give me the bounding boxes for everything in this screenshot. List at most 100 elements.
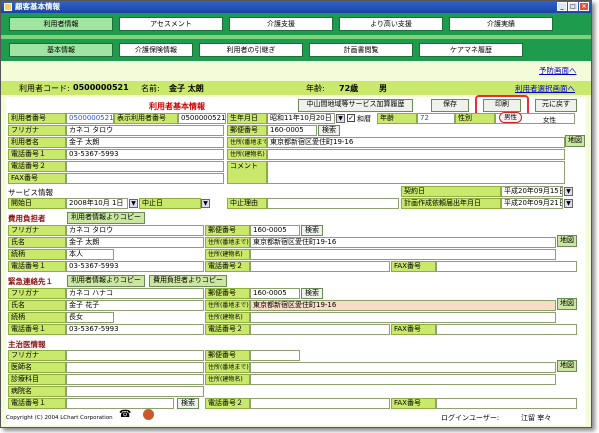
emergency-name-field[interactable]: 金子 花子 — [66, 300, 204, 311]
era-checkbox[interactable]: ✓ — [347, 114, 355, 122]
payer-addr2-field[interactable] — [250, 249, 556, 260]
minimize-button[interactable]: _ — [557, 2, 567, 11]
tab-insurance-info[interactable]: 介護保険情報 — [119, 43, 193, 57]
start-field[interactable]: 2008年10月 1日 — [66, 198, 128, 209]
doctor-zip-field[interactable] — [250, 350, 300, 361]
emergency-tel2-field[interactable] — [250, 324, 390, 335]
emergency-addr1-field[interactable]: 東京都新宿区愛住町19-16 — [250, 300, 556, 311]
yobou-link[interactable]: 予防画面へ — [539, 65, 577, 76]
payer-rel-field[interactable]: 本人 — [66, 249, 114, 260]
login-user-name: 江留 宰々 — [521, 414, 552, 422]
zip-search-button[interactable]: 検索 — [318, 125, 340, 136]
doctor-tel1-field[interactable] — [66, 398, 174, 409]
doctor-hospital-field[interactable] — [66, 386, 204, 397]
service-section-title: サービス情報 — [8, 188, 53, 197]
birth-dropdown-icon[interactable]: ▼ — [336, 114, 345, 123]
zip-field[interactable]: 160-0005 — [267, 125, 317, 136]
service-history-button[interactable]: 中山間地域等サービス加算履歴 — [298, 99, 413, 112]
nav-care-record[interactable]: 介護実績 — [449, 17, 553, 31]
plan-date-dropdown-icon[interactable]: ▼ — [564, 199, 573, 208]
emergency-rel-field[interactable]: 長女 — [66, 312, 114, 323]
emergency-copy-user-button[interactable]: 利用者情報よりコピー — [67, 275, 145, 287]
tab-caremanager-history[interactable]: ケアマネ履歴 — [419, 43, 523, 57]
payer-search-button[interactable]: 検索 — [301, 225, 323, 236]
emergency-fax-field[interactable] — [436, 324, 577, 335]
fax-field[interactable] — [66, 173, 224, 184]
payer-fax-field[interactable] — [436, 261, 577, 272]
user-name-field[interactable]: 金子 太朗 — [66, 137, 224, 148]
addr2-field[interactable] — [267, 149, 565, 160]
user-no-field[interactable]: 0500000521 — [66, 113, 114, 124]
doctor-tel2-field[interactable] — [250, 398, 390, 409]
label-contract: 契約日 — [401, 186, 501, 197]
emergency-copy-payer-button[interactable]: 費用負担者よりコピー — [149, 275, 227, 287]
nav-assessment[interactable]: アセスメント — [119, 17, 223, 31]
label-start: 開始日 — [8, 198, 66, 209]
birth-field[interactable]: 昭和11年10月20日 — [267, 113, 335, 124]
tel2-field[interactable] — [66, 161, 224, 172]
maximize-button[interactable]: □ — [568, 2, 578, 11]
doctor-dept-field[interactable] — [66, 374, 204, 385]
stop-dropdown-icon[interactable]: ▼ — [201, 199, 210, 208]
tab-basic-info[interactable]: 基本情報 — [9, 43, 113, 57]
tab-plan-view[interactable]: 計画書閲覧 — [309, 43, 413, 57]
doctor-name-field[interactable] — [66, 362, 204, 373]
map-button[interactable]: 地図 — [565, 135, 585, 147]
payer-map-button[interactable]: 地図 — [557, 235, 577, 247]
contract-dropdown-icon[interactable]: ▼ — [564, 187, 573, 196]
payer-label-addr2: 住所(建物名) — [205, 249, 250, 260]
payer-kana-field[interactable]: カネコ タロウ — [66, 225, 204, 236]
save-button[interactable]: 保存 — [431, 99, 469, 112]
emergency-tel1-field[interactable]: 03-5367-5993 — [66, 324, 204, 335]
kana-field[interactable]: カネコ タロウ — [66, 125, 224, 136]
phone-icon[interactable]: ☎ — [119, 409, 131, 420]
doctor-addr2-field[interactable] — [250, 374, 556, 385]
emergency-map-button[interactable]: 地図 — [557, 298, 577, 310]
emergency-search-button[interactable]: 検索 — [301, 288, 323, 299]
emergency-label-tel1: 電話番号１ — [8, 324, 66, 335]
doctor-fax-field[interactable] — [436, 398, 577, 409]
payer-copy-button[interactable]: 利用者情報よりコピー — [67, 212, 145, 224]
revert-button[interactable]: 元に戻す — [535, 99, 577, 112]
addr1-field[interactable]: 東京都新宿区愛住町19-16 — [267, 137, 565, 148]
nav-user-info[interactable]: 利用者情報 — [9, 17, 113, 31]
payer-section-title: 費用負担者 — [8, 214, 46, 223]
select-user-link[interactable]: 利用者選択画面へ — [515, 83, 575, 94]
payer-zip-field[interactable]: 160-0005 — [250, 225, 300, 236]
doctor-label-dept: 診療科目 — [8, 374, 66, 385]
payer-label-tel1: 電話番号１ — [8, 261, 66, 272]
comment-field[interactable] — [267, 161, 565, 184]
payer-label-tel2: 電話番号２ — [205, 261, 250, 272]
contract-field[interactable]: 平成20年09月15日 — [501, 186, 563, 197]
display-no-field[interactable]: 0500000521 — [178, 113, 226, 124]
patient-name: 金子 太朗 — [169, 84, 204, 93]
emergency-kana-field[interactable]: カネコ ハナコ — [66, 288, 204, 299]
emergency-addr2-field[interactable] — [250, 312, 556, 323]
globe-icon[interactable] — [143, 409, 154, 420]
sex-female-option[interactable]: 女性 — [543, 114, 556, 124]
patient-age-label: 年齢: — [306, 84, 325, 93]
doctor-addr1-field[interactable] — [250, 362, 556, 373]
payer-tel1-field[interactable]: 03-5367-5993 — [66, 261, 204, 272]
payer-tel2-field[interactable] — [250, 261, 390, 272]
plan-date-field[interactable]: 平成20年09月21日 — [501, 198, 563, 209]
label-user-no: 利用者番号 — [8, 113, 66, 124]
start-dropdown-icon[interactable]: ▼ — [129, 199, 138, 208]
tab-handover[interactable]: 利用者の引継ぎ — [199, 43, 303, 57]
sex-male-option[interactable]: 男性 — [499, 112, 522, 123]
patient-code: 0500000521 — [73, 83, 129, 92]
payer-addr1-field[interactable]: 東京都新宿区愛住町19-16 — [250, 237, 556, 248]
doctor-kana-field[interactable] — [66, 350, 204, 361]
close-button[interactable]: × — [579, 2, 589, 11]
nav-higher-support[interactable]: より高い支援 — [339, 17, 443, 31]
nav-care-support[interactable]: 介護支援 — [229, 17, 333, 31]
emergency-zip-field[interactable]: 160-0005 — [250, 288, 300, 299]
payer-name-field[interactable]: 金子 太朗 — [66, 237, 204, 248]
label-tel1: 電話番号１ — [8, 149, 66, 160]
era-label: 和暦 — [357, 115, 371, 123]
doctor-map-button[interactable]: 地図 — [557, 360, 577, 372]
reason-field[interactable] — [267, 198, 399, 209]
doctor-search-button[interactable]: 検索 — [177, 398, 199, 409]
tel1-field[interactable]: 03-5367-5993 — [66, 149, 224, 160]
panel-title: 利用者基本情報 — [149, 102, 205, 111]
